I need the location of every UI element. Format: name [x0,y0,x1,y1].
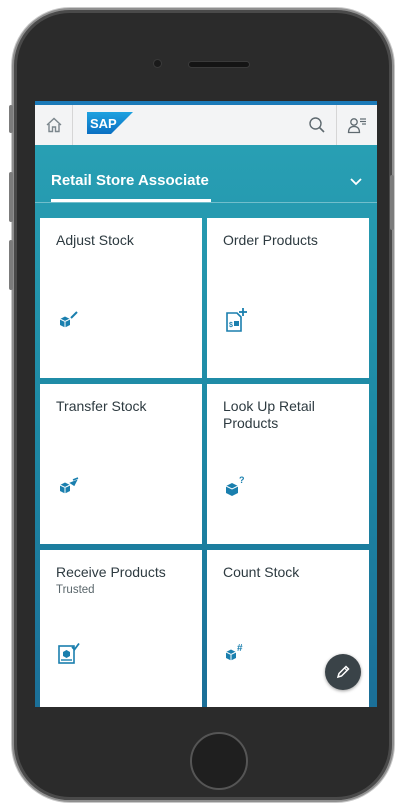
front-camera [154,60,161,67]
volume-down-button [9,240,13,290]
adjust-stock-icon [56,309,82,340]
search-button[interactable] [297,105,337,145]
volume-up-button [9,172,13,222]
tile-title: Transfer Stock [56,398,147,414]
group-divider [35,202,377,203]
group-selector[interactable]: Retail Store Associate [35,145,377,203]
tile-receive-products[interactable]: Receive Products Trusted [40,550,202,707]
user-menu-button[interactable] [337,105,377,145]
tile-subtitle: Trusted [56,584,95,596]
tile-title: Adjust Stock [56,232,134,248]
tile-title: Count Stock [223,564,300,580]
home-button[interactable] [35,105,73,145]
sap-logo: SAP [87,111,133,139]
svg-text:?: ? [239,475,245,485]
hardware-home-button[interactable] [190,732,248,790]
edit-home-button[interactable] [325,654,361,690]
tile-title: Receive Products [56,564,166,580]
lookup-products-icon: ? [223,475,249,506]
order-products-icon: $ [223,307,249,340]
mute-switch [9,105,13,133]
tile-title: Look Up Retail Products [223,398,315,431]
shell-header: SAP [35,101,377,145]
receive-products-icon [56,641,82,672]
tile-transfer-stock[interactable]: Transfer Stock [40,384,202,544]
count-stock-icon: # [223,641,251,672]
transfer-stock-icon [56,475,82,506]
home-icon [46,117,61,133]
svg-text:#: # [237,643,243,654]
svg-text:$: $ [229,322,233,329]
earpiece-speaker [189,62,249,67]
tile-adjust-stock[interactable]: Adjust Stock [40,218,202,378]
tile-order-products[interactable]: Order Products $ [207,218,369,378]
group-title: Retail Store Associate [51,172,209,189]
svg-text:SAP: SAP [90,116,117,131]
tile-look-up-retail-products[interactable]: Look Up Retail Products ? [207,384,369,544]
user-menu-icon [347,118,366,134]
power-button [390,175,394,230]
search-icon [308,117,325,133]
edit-icon [336,665,350,679]
chevron-down-icon[interactable] [349,177,363,187]
tile-title: Order Products [223,232,318,248]
device-screen: SAP Retail Store Associate Adjust Stock … [35,101,377,707]
